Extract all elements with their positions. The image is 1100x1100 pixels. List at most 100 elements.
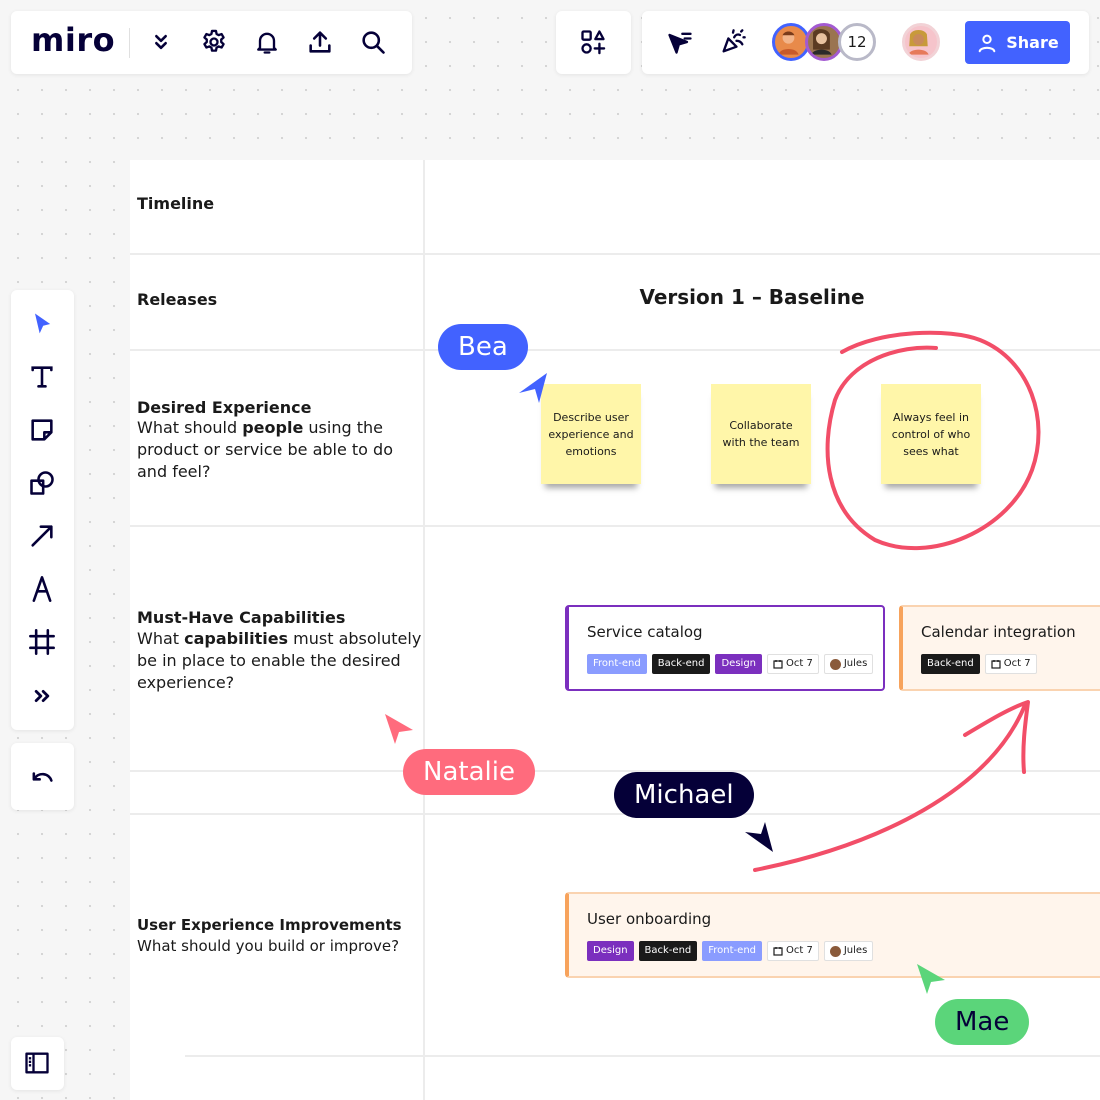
share-button[interactable]: Share <box>965 21 1070 64</box>
cursor-label-michael: Michael <box>614 772 754 818</box>
pen-tool[interactable] <box>24 571 60 607</box>
card-title: Calendar integration <box>921 623 1076 641</box>
row-title-releases: Releases <box>137 290 218 309</box>
column-divider <box>423 160 425 1100</box>
text-tool[interactable] <box>24 359 60 395</box>
current-user-avatar[interactable] <box>902 23 940 61</box>
assignee: Jules <box>823 941 874 961</box>
presentation-cursor-button[interactable] <box>662 24 698 60</box>
cursor-pointer-natalie <box>385 714 413 744</box>
select-pointer-icon <box>35 313 51 334</box>
calendar-icon <box>991 660 1001 669</box>
main-menu-panel: miro <box>11 11 412 74</box>
row-title-ux-improvements: User Experience Improvements <box>137 916 402 934</box>
calendar-icon <box>773 947 783 956</box>
participant-count-badge[interactable]: 12 <box>838 23 876 61</box>
celebrate-button[interactable] <box>715 24 751 60</box>
tag-back-end: Back-end <box>921 654 980 674</box>
arrow-line-icon <box>31 525 53 547</box>
cursor-pointer-michael <box>745 822 773 852</box>
party-popper-icon <box>722 29 746 53</box>
shapes-icon <box>30 471 54 495</box>
tag-front-end: Front-end <box>587 654 647 674</box>
card-service-catalog[interactable]: Service catalog Front-end Back-end Desig… <box>565 605 885 691</box>
tag-back-end: Back-end <box>638 941 698 961</box>
card-tags: Back-end Oct 7 <box>921 654 1037 674</box>
row-title-desired-experience: Desired Experience <box>137 398 312 417</box>
row-title-timeline: Timeline <box>137 194 215 213</box>
tag-back-end: Back-end <box>651 654 711 674</box>
row-divider <box>185 1055 1100 1057</box>
sticky-note-icon <box>31 419 53 441</box>
search-icon <box>362 31 385 54</box>
more-tools-button[interactable] <box>24 678 60 714</box>
due-date: Oct 7 <box>984 654 1037 674</box>
undo-button[interactable] <box>24 759 60 795</box>
apps-button[interactable] <box>575 24 611 60</box>
assignee-avatar <box>829 945 841 957</box>
due-date: Oct 7 <box>767 654 819 674</box>
row-divider <box>130 253 1100 255</box>
pen-icon <box>32 576 52 602</box>
connection-line-tool[interactable] <box>24 518 60 554</box>
assignee-avatar <box>829 658 841 670</box>
gear-icon <box>203 29 225 52</box>
settings-button[interactable] <box>196 24 232 60</box>
shapes-plus-icon <box>581 30 606 55</box>
text-icon <box>31 366 53 388</box>
sticky-note[interactable]: Collaborate with the team <box>711 384 811 484</box>
card-tags: Design Back-end Front-end Oct 7 Jules <box>587 941 874 961</box>
cursor-label-mae: Mae <box>935 999 1030 1045</box>
notifications-button[interactable] <box>249 24 285 60</box>
card-title: Service catalog <box>587 623 703 641</box>
row-title-must-have: Must-Have Capabilities <box>137 608 346 627</box>
more-tools-icon <box>34 689 50 703</box>
tag-design: Design <box>715 654 763 674</box>
row-divider <box>130 525 1100 527</box>
cursor-pointer-mae <box>917 964 945 994</box>
participant-count: 12 <box>847 33 867 51</box>
row-description: What should you build or improve? <box>137 937 400 955</box>
release-title: Version 1 – Baseline <box>639 285 865 309</box>
user-icon <box>978 34 996 52</box>
export-button[interactable] <box>302 24 338 60</box>
undo-icon <box>32 772 53 782</box>
tag-design: Design <box>587 941 634 961</box>
toggle-sidebar-button[interactable] <box>19 1045 55 1081</box>
card-title: User onboarding <box>587 910 712 928</box>
sidebar-panel-icon <box>25 1052 49 1074</box>
cursor-label-natalie: Natalie <box>403 749 535 795</box>
sticky-note-tool[interactable] <box>24 412 60 448</box>
cursor-label-bea: Bea <box>438 324 528 370</box>
row-divider <box>130 349 1100 351</box>
share-label: Share <box>1006 33 1059 52</box>
apps-panel <box>556 11 631 74</box>
card-calendar-integration[interactable]: Calendar integration Back-end Oct 7 <box>899 605 1100 691</box>
board-menu-button[interactable] <box>143 24 179 60</box>
tag-front-end: Front-end <box>702 941 763 961</box>
select-tool[interactable] <box>24 306 60 342</box>
miro-logo[interactable]: miro <box>31 21 115 59</box>
panel-toggle <box>11 1037 64 1090</box>
cursor-pointer-bea <box>519 373 547 403</box>
shapes-tool[interactable] <box>24 465 60 501</box>
frame-icon <box>29 629 55 655</box>
row-divider <box>130 770 1100 772</box>
frame-tool[interactable] <box>24 624 60 660</box>
row-description: What should people using the product or … <box>137 418 393 481</box>
chevron-double-down-icon <box>155 34 167 50</box>
tools-toolbar <box>11 290 74 730</box>
sticky-note[interactable]: Describe user experience and emotions <box>541 384 641 484</box>
card-user-onboarding[interactable]: User onboarding Design Back-end Front-en… <box>565 892 1100 978</box>
upload-icon <box>309 31 331 53</box>
row-description: What capabilities must absolutely be in … <box>137 629 422 692</box>
divider <box>129 28 130 58</box>
row-divider <box>130 813 1100 815</box>
assignee: Jules <box>823 654 874 674</box>
card-tags: Front-end Back-end Design Oct 7 Jules <box>587 654 874 674</box>
calendar-icon <box>773 660 783 669</box>
bell-icon <box>257 32 277 54</box>
sticky-note[interactable]: Always feel in control of who sees what <box>881 384 981 484</box>
undo-panel <box>11 743 74 810</box>
search-button[interactable] <box>355 24 391 60</box>
